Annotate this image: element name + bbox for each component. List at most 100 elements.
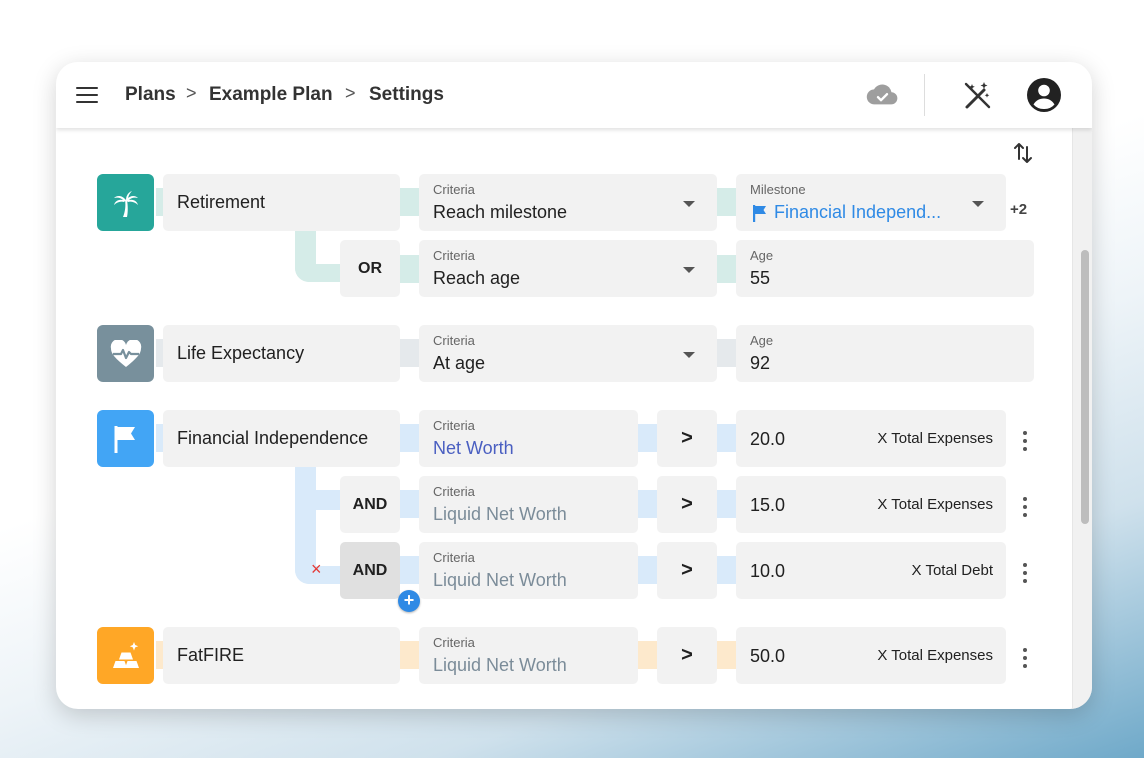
connector — [716, 255, 736, 283]
chevron-down-icon — [683, 267, 695, 273]
connector — [716, 556, 736, 584]
cloud-done-icon[interactable] — [866, 82, 898, 108]
criteria-value: Reach milestone — [433, 202, 568, 222]
criteria-label: Criteria — [433, 333, 475, 348]
account-circle-icon[interactable] — [1026, 77, 1062, 113]
criteria-value: Liquid Net Worth — [433, 504, 567, 524]
unit-label: X Total Expenses — [877, 647, 993, 664]
milestone-select[interactable]: Milestone Financial Independ... — [736, 174, 1006, 231]
breadcrumb-example-plan[interactable]: Example Plan — [209, 84, 333, 106]
flag-icon — [753, 205, 766, 222]
criteria-value: Liquid Net Worth — [433, 655, 567, 675]
criteria-select[interactable]: Criteria At age — [419, 325, 717, 382]
age-value: 55 — [750, 268, 771, 288]
criteria-select[interactable]: Criteria Liquid Net Worth — [419, 627, 638, 684]
connector — [637, 490, 657, 518]
multiplier-value: 10.0 — [750, 561, 786, 581]
multiplier-field[interactable]: 20.0 X Total Expenses — [736, 410, 1006, 467]
chevron-down-icon — [972, 201, 984, 207]
criteria-select[interactable]: Criteria Liquid Net Worth — [419, 476, 638, 533]
conjunction-toggle[interactable]: AND — [340, 476, 400, 533]
connector — [316, 490, 340, 510]
more-vert-icon[interactable] — [1020, 563, 1030, 583]
chevron-down-icon — [683, 201, 695, 207]
multiplier-field[interactable]: 10.0 X Total Debt — [736, 542, 1006, 599]
operator-toggle[interactable]: > — [657, 627, 717, 684]
more-vert-icon[interactable] — [1020, 431, 1030, 451]
top-app-bar: Plans > Example Plan > Settings — [56, 62, 1092, 128]
more-vert-icon[interactable] — [1020, 648, 1030, 668]
multiplier-field[interactable]: 15.0 X Total Expenses — [736, 476, 1006, 533]
criteria-value: Reach age — [433, 268, 521, 288]
gold-bars-icon[interactable] — [97, 627, 154, 684]
criteria-label: Criteria — [433, 248, 475, 263]
palm-tree-icon[interactable] — [97, 174, 154, 231]
criteria-label: Criteria — [433, 418, 475, 433]
criteria-select[interactable]: Criteria Reach milestone — [419, 174, 717, 231]
menu-icon[interactable] — [76, 87, 98, 104]
criteria-value: Net Worth — [433, 438, 514, 458]
connector — [716, 490, 736, 518]
age-value: 92 — [750, 353, 771, 373]
operator-toggle[interactable]: > — [657, 542, 717, 599]
connector — [400, 255, 420, 283]
chevron-down-icon — [683, 352, 695, 358]
breadcrumb-separator: > — [345, 83, 356, 103]
scrollbar-thumb[interactable] — [1081, 250, 1089, 524]
breadcrumb-settings: Settings — [369, 84, 444, 105]
milestone-value: Financial Independ... — [774, 202, 942, 222]
connector — [716, 641, 736, 669]
age-label: Age — [750, 333, 774, 348]
criteria-select[interactable]: Criteria Liquid Net Worth — [419, 542, 638, 599]
extra-count-badge[interactable]: +2 — [1010, 201, 1027, 218]
breadcrumb-plans[interactable]: Plans — [125, 84, 176, 106]
conjunction-toggle[interactable]: AND — [340, 542, 400, 599]
criteria-select[interactable]: Criteria Reach age — [419, 240, 717, 297]
connector — [400, 490, 420, 518]
milestone-name-field[interactable]: Retirement — [163, 174, 400, 231]
unit-label: X Total Expenses — [877, 430, 993, 447]
connector — [716, 424, 736, 452]
connector — [716, 188, 736, 216]
auto-fix-off-icon[interactable] — [962, 80, 992, 110]
add-condition-button[interactable]: + — [398, 590, 420, 612]
criteria-label: Criteria — [433, 635, 475, 650]
multiplier-value: 15.0 — [750, 495, 786, 515]
milestone-label: Milestone — [750, 182, 806, 197]
connector — [637, 424, 657, 452]
criteria-label: Criteria — [433, 484, 475, 499]
operator-toggle[interactable]: > — [657, 410, 717, 467]
connector — [400, 424, 420, 452]
unit-label: X Total Debt — [911, 562, 993, 579]
multiplier-value: 20.0 — [750, 429, 786, 449]
age-label: Age — [750, 248, 774, 263]
more-vert-icon[interactable] — [1020, 497, 1030, 517]
flag-icon[interactable] — [97, 410, 154, 467]
operator-toggle[interactable]: > — [657, 476, 717, 533]
toolbar-divider — [924, 74, 925, 116]
multiplier-value: 50.0 — [750, 646, 786, 666]
connector — [400, 556, 420, 584]
connector — [400, 339, 420, 367]
connector — [400, 188, 420, 216]
remove-condition-button[interactable]: × — [311, 559, 322, 580]
conjunction-toggle[interactable]: OR — [340, 240, 400, 297]
connector — [637, 641, 657, 669]
app-window: Plans > Example Plan > Settings Retireme… — [56, 62, 1092, 709]
unit-label: X Total Expenses — [877, 496, 993, 513]
criteria-value: Liquid Net Worth — [433, 570, 567, 590]
breadcrumb-separator: > — [186, 83, 197, 103]
connector — [637, 556, 657, 584]
heart-pulse-icon[interactable] — [97, 325, 154, 382]
milestone-name-field[interactable]: FatFIRE — [163, 627, 400, 684]
swap-vert-icon[interactable] — [1011, 140, 1035, 166]
criteria-select[interactable]: Criteria Net Worth — [419, 410, 638, 467]
multiplier-field[interactable]: 50.0 X Total Expenses — [736, 627, 1006, 684]
age-field[interactable]: Age 55 — [736, 240, 1034, 297]
connector — [400, 641, 420, 669]
age-field[interactable]: Age 92 — [736, 325, 1034, 382]
criteria-label: Criteria — [433, 550, 475, 565]
milestone-name-field[interactable]: Financial Independence — [163, 410, 400, 467]
milestone-name-field[interactable]: Life Expectancy — [163, 325, 400, 382]
criteria-label: Criteria — [433, 182, 475, 197]
